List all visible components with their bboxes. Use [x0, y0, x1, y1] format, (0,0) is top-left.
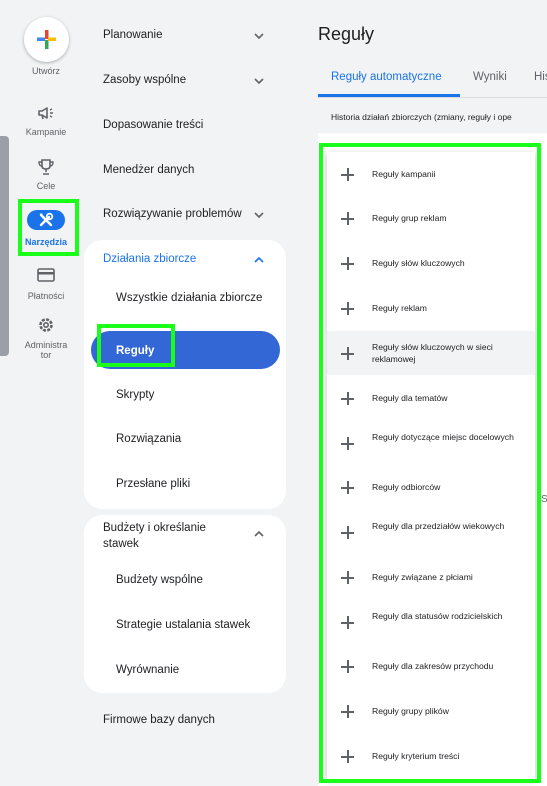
nav-budgets-bidding[interactable]: Budżety i określanie stawek: [103, 520, 233, 552]
nav-planning[interactable]: Planowanie: [103, 29, 162, 41]
highlight-box-menu: [319, 143, 541, 783]
tab-automated-rules[interactable]: Reguły automatyczne: [331, 71, 442, 83]
highlight-box-tools: [18, 199, 79, 256]
rail-label-goals: Cele: [36, 181, 56, 191]
gear-icon[interactable]: [36, 315, 56, 335]
highlight-box-rules: [97, 324, 175, 367]
tools-nav-panel: Planowanie Zasoby wspólne Dopasowanie tr…: [84, 0, 294, 786]
bulk-history-link[interactable]: Historia działań zbiorczych (zmiany, reg…: [331, 112, 512, 122]
chevron-up-icon[interactable]: [252, 527, 266, 541]
bulk-actions-card: [84, 240, 286, 509]
create-label: Utwórz: [31, 66, 60, 76]
main-content: Reguły Reguły automatyczne Wyniki His Hi…: [297, 0, 547, 786]
nav-uploads[interactable]: Przesłane pliki: [116, 476, 190, 492]
rail-label-campaigns: Kampanie: [25, 127, 67, 137]
nav-data-manager[interactable]: Menedżer danych: [103, 164, 194, 176]
nav-content-suitability[interactable]: Dopasowanie treści: [103, 119, 203, 131]
megaphone-icon[interactable]: [36, 103, 56, 123]
nav-all-bulk-actions[interactable]: Wszystkie działania zbiorcze: [116, 290, 266, 306]
create-button[interactable]: [24, 17, 69, 62]
nav-troubleshooting[interactable]: Rozwiązywanie problemów: [103, 208, 242, 220]
chevron-down-icon[interactable]: [252, 74, 266, 88]
left-rail: Utwórz Kampanie Cele Narzędzia Płatności…: [0, 0, 84, 786]
tab-history[interactable]: His: [534, 71, 547, 83]
nav-solutions[interactable]: Rozwiązania: [116, 431, 181, 447]
nav-bid-strategies[interactable]: Strategie ustalania stawek: [116, 617, 250, 633]
rail-label-billing: Płatności: [27, 291, 65, 301]
credit-card-icon[interactable]: [36, 265, 56, 285]
chevron-down-icon[interactable]: [252, 29, 266, 43]
tabs-divider: [318, 97, 547, 98]
nav-shared-budgets[interactable]: Budżety wspólne: [116, 572, 203, 588]
nav-bulk-actions[interactable]: Działania zbiorcze: [103, 253, 196, 265]
chevron-down-icon[interactable]: [252, 208, 266, 222]
nav-shared-library[interactable]: Zasoby wspólne: [103, 74, 186, 86]
page-title: Reguły: [318, 24, 375, 44]
obscured-text: S: [541, 494, 547, 505]
rail-label-admin: Administra tor: [24, 340, 68, 360]
trophy-icon[interactable]: [36, 157, 56, 177]
app-window: Utwórz Kampanie Cele Narzędzia Płatności…: [0, 0, 547, 786]
tab-results[interactable]: Wyniki: [473, 71, 507, 83]
chevron-up-icon[interactable]: [252, 253, 266, 267]
nav-customer-data[interactable]: Firmowe bazy danych: [103, 714, 215, 726]
nav-adjustment[interactable]: Wyrównanie: [116, 662, 179, 678]
plus-color-icon: [37, 30, 56, 49]
nav-scripts[interactable]: Skrypty: [116, 387, 154, 403]
